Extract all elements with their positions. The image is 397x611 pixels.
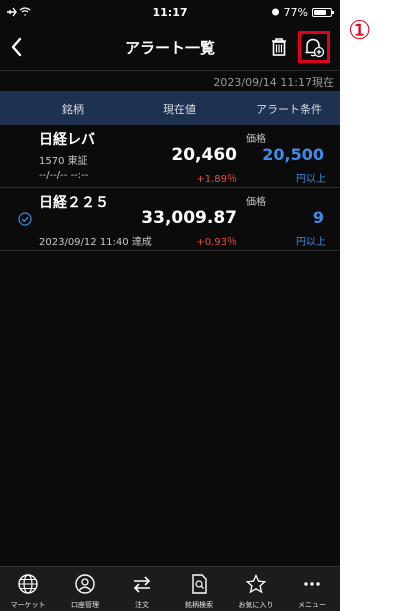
- battery-percent: 77%: [283, 6, 308, 19]
- nav-bar: アラート一覧: [0, 26, 340, 68]
- battery-status: 77%: [271, 6, 334, 19]
- more-dots-icon: [304, 582, 320, 586]
- step-number-callout: ①: [348, 16, 372, 46]
- header-price: 現在値: [163, 103, 196, 116]
- current-price: 20,460: [171, 145, 237, 165]
- condition-unit: 円以上: [296, 237, 326, 248]
- condition-type: 価格: [246, 197, 266, 208]
- delete-button[interactable]: [266, 34, 292, 60]
- add-alert-button[interactable]: [298, 31, 330, 63]
- tab-account[interactable]: 口座管理: [57, 567, 113, 611]
- tab-market[interactable]: マーケット: [0, 567, 56, 611]
- check-circle-icon: [18, 211, 32, 226]
- swap-arrows-icon: [133, 576, 151, 593]
- trash-icon: [272, 38, 286, 56]
- bell-plus-icon: [305, 38, 325, 58]
- tab-search[interactable]: 銘柄検索: [171, 567, 227, 611]
- stock-name: 日経２２５: [39, 195, 109, 211]
- header-name: 銘柄: [62, 103, 84, 116]
- updated-time: --/--/-- --:--: [39, 170, 89, 181]
- condition-value: 9: [312, 208, 324, 227]
- status-bar: 11:17 77%: [0, 0, 340, 26]
- document-search-icon: [192, 574, 207, 594]
- globe-icon: [18, 574, 38, 594]
- alarm-icon: [271, 6, 280, 19]
- condition-unit: 円以上: [296, 174, 326, 185]
- user-icon: [75, 574, 95, 594]
- price-change: +1.89％: [196, 174, 237, 185]
- tab-favorites[interactable]: お気に入り: [228, 567, 284, 611]
- tab-label: お気に入り: [238, 601, 274, 609]
- tab-label: メニュー: [298, 601, 326, 609]
- tab-menu[interactable]: メニュー: [284, 567, 340, 611]
- price-change: +0.93％: [196, 237, 237, 248]
- achieved-time: 2023/09/12 11:40 達成: [39, 237, 152, 248]
- alert-row[interactable]: 日経レバ 1570 東証 --/--/-- --:-- 20,460 +1.89…: [0, 125, 340, 188]
- alert-row[interactable]: 日経２２５ 2023/09/12 11:40 達成 33,009.87 +0.9…: [0, 188, 340, 251]
- tab-order[interactable]: 注文: [114, 567, 170, 611]
- current-price: 33,009.87: [141, 208, 237, 228]
- condition-value: 20,500: [262, 145, 324, 164]
- timestamp-bar: 2023/09/14 11:17現在: [0, 70, 340, 90]
- condition-type: 価格: [246, 134, 266, 145]
- tab-label: 口座管理: [71, 601, 99, 609]
- phone-screen: 11:17 77% アラート一覧 2023/09/14 11:17現在 銘柄 現…: [0, 0, 340, 611]
- table-header: 銘柄 現在値 アラート条件: [0, 91, 340, 125]
- as-of-timestamp: 2023/09/14 11:17現在: [213, 76, 334, 89]
- tab-label: 銘柄検索: [185, 601, 213, 609]
- battery-icon: [312, 8, 334, 17]
- header-condition: アラート条件: [256, 103, 322, 116]
- tab-label: 注文: [135, 601, 149, 609]
- bottom-tab-bar: マーケット 口座管理 注文 銘柄検索 お気に入り メニュー: [0, 566, 340, 611]
- stock-name: 日経レバ: [39, 132, 95, 148]
- stock-code: 1570 東証: [39, 156, 88, 167]
- star-icon: [245, 573, 267, 594]
- tab-label: マーケット: [10, 601, 46, 609]
